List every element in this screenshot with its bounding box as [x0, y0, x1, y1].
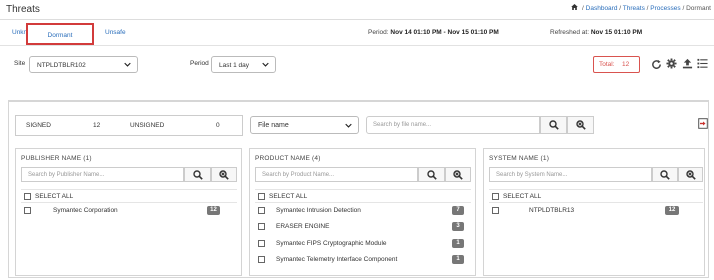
period-select[interactable]: Last 1 day — [211, 56, 276, 73]
period-value: Last 1 day — [219, 62, 249, 69]
publisher-select-all-label: SELECT ALL — [35, 193, 74, 200]
system-search-button[interactable] — [652, 167, 678, 182]
period-info: Period: Nov 14 01:10 PM - Nov 15 01:10 P… — [368, 29, 499, 36]
search-icon — [548, 120, 559, 130]
publisher-search-placeholder: Search by Publisher Name... — [28, 172, 105, 178]
divider — [489, 189, 703, 190]
export-icon[interactable] — [698, 118, 708, 129]
chevron-down-icon — [345, 123, 352, 128]
product-select-all-label: SELECT ALL — [269, 193, 308, 200]
top-bar: Threats / Dashboard / Threats / Processe… — [0, 0, 714, 20]
product-item-count: 3 — [452, 222, 464, 231]
system-clear-button[interactable] — [678, 167, 703, 182]
refresh-icon[interactable] — [651, 59, 662, 70]
signed-count: 12 — [93, 122, 101, 129]
product-item-count: 1 — [452, 239, 464, 248]
system-select-all-label: SELECT ALL — [503, 193, 542, 200]
search-icon — [660, 169, 670, 180]
divider — [255, 202, 471, 203]
file-search-placeholder: Search by file name... — [373, 122, 432, 128]
refresh-info: Refreshed at: Nov 15 01:10 PM — [550, 29, 643, 36]
product-item-count: 7 — [452, 206, 464, 215]
product-item-checkbox[interactable] — [258, 240, 265, 247]
breadcrumb-threats[interactable]: Threats — [623, 5, 645, 12]
unsigned-count: 0 — [216, 122, 220, 129]
product-search-placeholder: Search by Product Name... — [262, 172, 335, 178]
product-select-all-checkbox[interactable] — [258, 193, 265, 200]
product-search-button[interactable] — [418, 167, 445, 182]
site-select[interactable]: NTPLDTBLR102 — [29, 56, 138, 73]
product-item-count: 1 — [452, 255, 464, 264]
product-item-checkbox[interactable] — [258, 256, 265, 263]
product-item-label: Symantec Telemetry Interface Component — [276, 256, 398, 263]
divider — [489, 202, 703, 203]
chevron-down-icon — [262, 62, 269, 67]
list-settings-icon[interactable] — [697, 58, 708, 69]
publisher-item-label: Symantec Corporation — [53, 207, 118, 214]
publisher-search-button[interactable] — [184, 167, 211, 182]
site-label: Site — [14, 60, 26, 67]
product-item-label: Symantec FIPS Cryptographic Module — [276, 240, 387, 247]
site-value: NTPLDTBLR102 — [37, 62, 86, 69]
product-item-checkbox[interactable] — [258, 207, 265, 214]
breadcrumb-dashboard[interactable]: Dashboard — [586, 5, 618, 12]
product-item-label: Symantec Intrusion Detection — [276, 207, 361, 214]
system-select-all-checkbox[interactable] — [492, 193, 499, 200]
product-column-title: PRODUCT NAME (4) — [255, 155, 321, 162]
system-column-title: SYSTEM NAME (1) — [489, 155, 550, 162]
breadcrumb-processes[interactable]: Processes — [650, 5, 680, 12]
product-item-label: ERASER ENGINE — [276, 223, 330, 230]
divider — [21, 202, 237, 203]
file-search-button[interactable] — [540, 116, 567, 134]
file-filter-value: File name — [258, 122, 289, 129]
publisher-search-input[interactable]: Search by Publisher Name... — [21, 167, 184, 182]
product-search-input[interactable]: Search by Product Name... — [255, 167, 418, 182]
signed-summary: SIGNED 12 UNSIGNED 0 — [15, 115, 243, 136]
file-search-input[interactable]: Search by file name... — [366, 116, 540, 134]
breadcrumb-current: Dormant — [686, 5, 711, 12]
product-item-checkbox[interactable] — [258, 223, 265, 230]
total-badge: Total: 12 — [593, 56, 640, 73]
publisher-item-count: 12 — [207, 206, 220, 215]
chevron-down-icon — [124, 62, 131, 67]
divider — [21, 189, 237, 190]
system-search-input[interactable]: Search by System Name... — [489, 167, 652, 182]
system-item-count: 12 — [665, 206, 679, 215]
signed-label: SIGNED — [26, 122, 51, 129]
system-item-checkbox[interactable] — [492, 207, 499, 214]
system-item-label: NTPLDTBLR13 — [529, 207, 575, 214]
tab-bar: Unknown Dormant Unsafe Period: Nov 14 01… — [0, 21, 714, 46]
file-clear-button[interactable] — [567, 116, 594, 134]
publisher-column-title: PUBLISHER NAME (1) — [21, 155, 92, 162]
period-label: Period — [190, 60, 209, 67]
refresh-time: Nov 15 01:10 PM — [590, 29, 643, 36]
file-filter-select[interactable]: File name — [250, 116, 359, 134]
clear-search-icon — [453, 169, 463, 180]
clear-search-icon — [575, 120, 586, 130]
clear-search-icon — [219, 169, 229, 180]
system-search-placeholder: Search by System Name... — [496, 172, 568, 178]
total-label: Total: — [599, 61, 615, 68]
breadcrumb: / Dashboard / Threats / Processes / Dorm… — [571, 4, 711, 12]
page-title: Threats — [6, 4, 40, 15]
divider — [255, 189, 471, 190]
publisher-clear-button[interactable] — [211, 167, 237, 182]
tab-dormant[interactable]: Dormant — [26, 23, 94, 45]
gear-icon[interactable] — [666, 58, 677, 69]
total-value: 12 — [622, 61, 630, 68]
period-range: Nov 14 01:10 PM - Nov 15 01:10 PM — [390, 29, 499, 36]
upload-icon[interactable] — [682, 58, 693, 69]
product-clear-button[interactable] — [445, 167, 471, 182]
search-icon — [192, 169, 203, 180]
publisher-item-checkbox[interactable] — [24, 207, 31, 214]
publisher-select-all-checkbox[interactable] — [24, 193, 31, 200]
search-icon — [426, 169, 437, 180]
tab-unsafe[interactable]: Unsafe — [105, 29, 126, 36]
tab-dormant-label: Dormant — [47, 32, 73, 39]
home-icon[interactable] — [571, 4, 579, 10]
clear-search-icon — [685, 169, 696, 180]
unsigned-label: UNSIGNED — [130, 122, 165, 129]
